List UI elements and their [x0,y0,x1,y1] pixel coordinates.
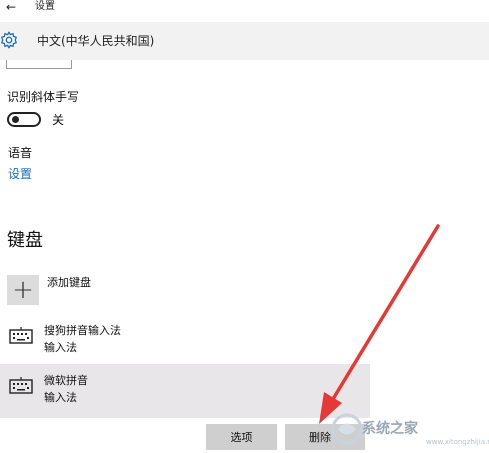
toggle-knob [12,116,19,123]
keyboard-item-type: 输入法 [44,391,77,404]
watermark-logo-icon [331,413,363,445]
keyboard-item-microsoft-pinyin[interactable]: 微软拼音 输入法 [0,364,370,418]
keyboard-icon [9,377,33,394]
italic-handwriting-label: 识别斜体手写 [7,90,80,104]
handwriting-input-box[interactable] [6,60,72,69]
window-title: 设置 [35,1,55,12]
watermark-url: www.xitongzhijia.net [426,438,489,446]
italic-handwriting-toggle[interactable] [7,112,41,127]
gear-icon [1,31,17,49]
back-arrow-icon[interactable]: ← [6,0,16,14]
keyboard-item-name: 搜狗拼音输入法 [44,324,121,337]
title-bar: ← 设置 [0,0,489,22]
page-title: 中文(中华人民共和国) [37,34,155,48]
toggle-state-label: 关 [52,113,65,127]
keyboard-item-sogou[interactable]: 搜狗拼音输入法 输入法 [0,310,370,364]
add-keyboard-button[interactable]: + [7,275,39,305]
keyboard-heading: 键盘 [7,230,43,251]
add-keyboard-label[interactable]: 添加键盘 [47,275,91,290]
options-button[interactable]: 选项 [206,424,277,450]
watermark: 系统之家 www.xitongzhijia.net [330,412,489,448]
page-header: 中文(中华人民共和国) [0,22,489,60]
keyboard-item-type: 输入法 [44,341,77,354]
watermark-text: 系统之家 [362,421,418,437]
plus-icon: + [12,275,34,305]
voice-label: 语音 [8,146,33,160]
keyboard-icon [9,327,33,344]
keyboard-item-name: 微软拼音 [44,374,88,387]
voice-settings-link[interactable]: 设置 [8,166,32,182]
